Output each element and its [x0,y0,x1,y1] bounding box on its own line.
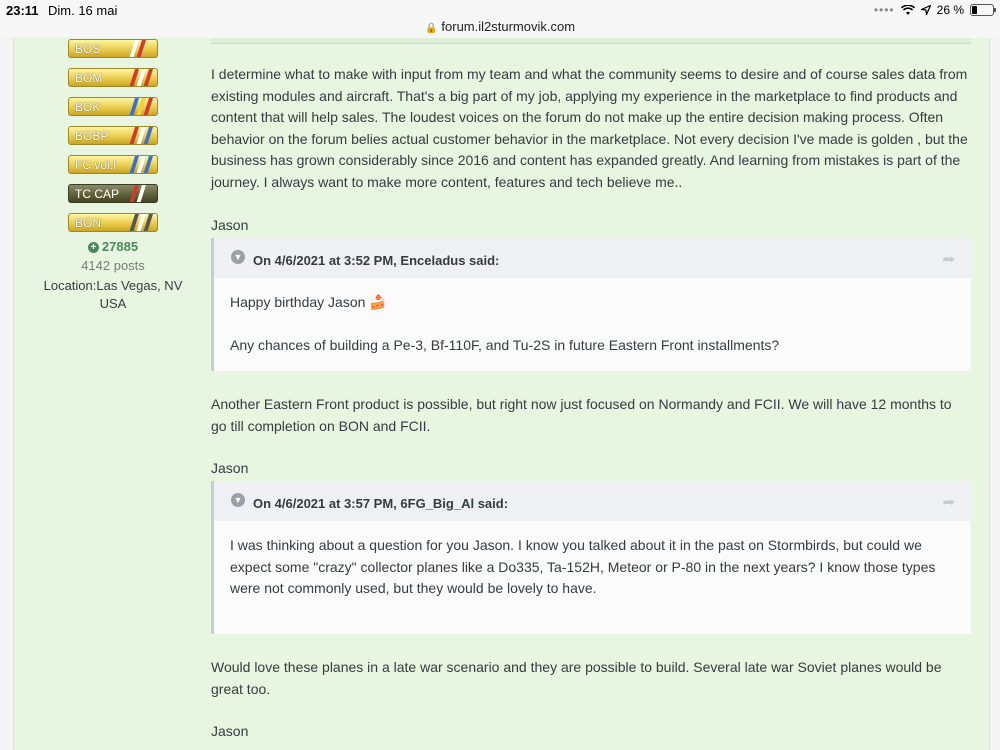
wifi-icon [900,4,915,15]
status-indicators: •••• 26 % [873,3,996,17]
quote-block: ▼ On 4/6/2021 at 3:57 PM, 6FG_Big_Al sai… [211,481,971,634]
post-paragraph: Would love these planes in a late war sc… [211,659,942,697]
address-bar[interactable]: 🔒 forum.il2sturmovik.com [0,19,1000,34]
post-paragraph: I determine what to make with input from… [211,66,968,190]
ribbon-stripes-icon [129,214,153,231]
badge-label: BOS [75,42,101,56]
quote-header[interactable]: ▼ On 4/6/2021 at 3:52 PM, Enceladus said… [214,238,971,278]
ribbon-stripes-icon [129,185,146,202]
forum-post: BOS BOM BOK BOBP FC vol.I TC CAP BON +27885 41… [13,38,990,750]
badge-label: TC CAP [75,187,120,201]
ribbon-stripes-icon [129,69,153,86]
quote-bottom-edge [211,38,971,44]
url-text: forum.il2sturmovik.com [441,19,576,34]
post-paragraph: Another Eastern Front product is possibl… [211,396,952,434]
ribbon-stripes-icon [129,40,146,57]
badge-label: BOM [75,71,103,85]
award-badge[interactable]: BON [68,213,158,232]
award-badge[interactable]: BOM [68,68,158,87]
reputation-count[interactable]: +27885 [14,239,212,254]
post-signature: Jason [211,723,249,739]
ios-status-bar: 23:11 Dim. 16 mai 🔒 forum.il2sturmovik.co… [0,0,1000,38]
ribbon-stripes-icon [129,127,153,144]
badge-label: BON [75,216,102,230]
badge-label: BOBP [75,129,109,143]
post-signature: Jason [211,217,249,233]
badge-label: FC vol.I [75,158,117,172]
quote-line: Any chances of building a Pe-3, Bf-110F,… [230,336,780,353]
award-badge[interactable]: FC vol.I [68,155,158,174]
post-signature: Jason [211,460,249,476]
status-date: Dim. 16 mai [48,3,118,18]
ribbon-stripes-icon [129,98,153,115]
quote-body: Happy birthday Jason 🍰 Any chances of bu… [214,278,971,356]
quote-block: ▼ On 4/6/2021 at 3:52 PM, Enceladus said… [211,238,971,371]
chevron-down-icon[interactable]: ▼ [231,250,245,264]
award-badge[interactable]: BOK [68,97,158,116]
clock-time: 23:11 [6,3,39,18]
award-badge[interactable]: TC CAP [68,184,158,203]
quote-line: I was thinking about a question for you … [230,537,936,596]
share-arrow-icon[interactable]: ➦ [942,492,955,514]
post-count: 4142 posts [81,258,145,273]
badge-label: BOK [75,100,101,114]
multitask-dots-icon: •••• [873,3,895,17]
plus-circle-icon: + [87,242,99,253]
quote-body: I was thinking about a question for you … [214,521,971,600]
lock-icon: 🔒 [424,23,438,34]
battery-percent: 26 % [936,3,964,17]
chevron-down-icon[interactable]: ▼ [231,493,245,507]
share-arrow-icon[interactable]: ➦ [942,249,955,271]
quote-citation: On 4/6/2021 at 3:57 PM, 6FG_Big_Al said: [253,496,509,511]
location-arrow-icon [920,5,931,15]
battery-icon [970,4,996,16]
author-location: Location:Las Vegas, NV USA [43,278,183,311]
ribbon-stripes-icon [129,156,153,173]
quote-line: Happy birthday Jason 🍰 [230,294,387,310]
award-badge[interactable]: BOS [68,39,158,58]
quote-header[interactable]: ▼ On 4/6/2021 at 3:57 PM, 6FG_Big_Al sai… [214,481,971,521]
award-badge[interactable]: BOBP [68,126,158,145]
quote-citation: On 4/6/2021 at 3:52 PM, Enceladus said: [253,253,500,268]
